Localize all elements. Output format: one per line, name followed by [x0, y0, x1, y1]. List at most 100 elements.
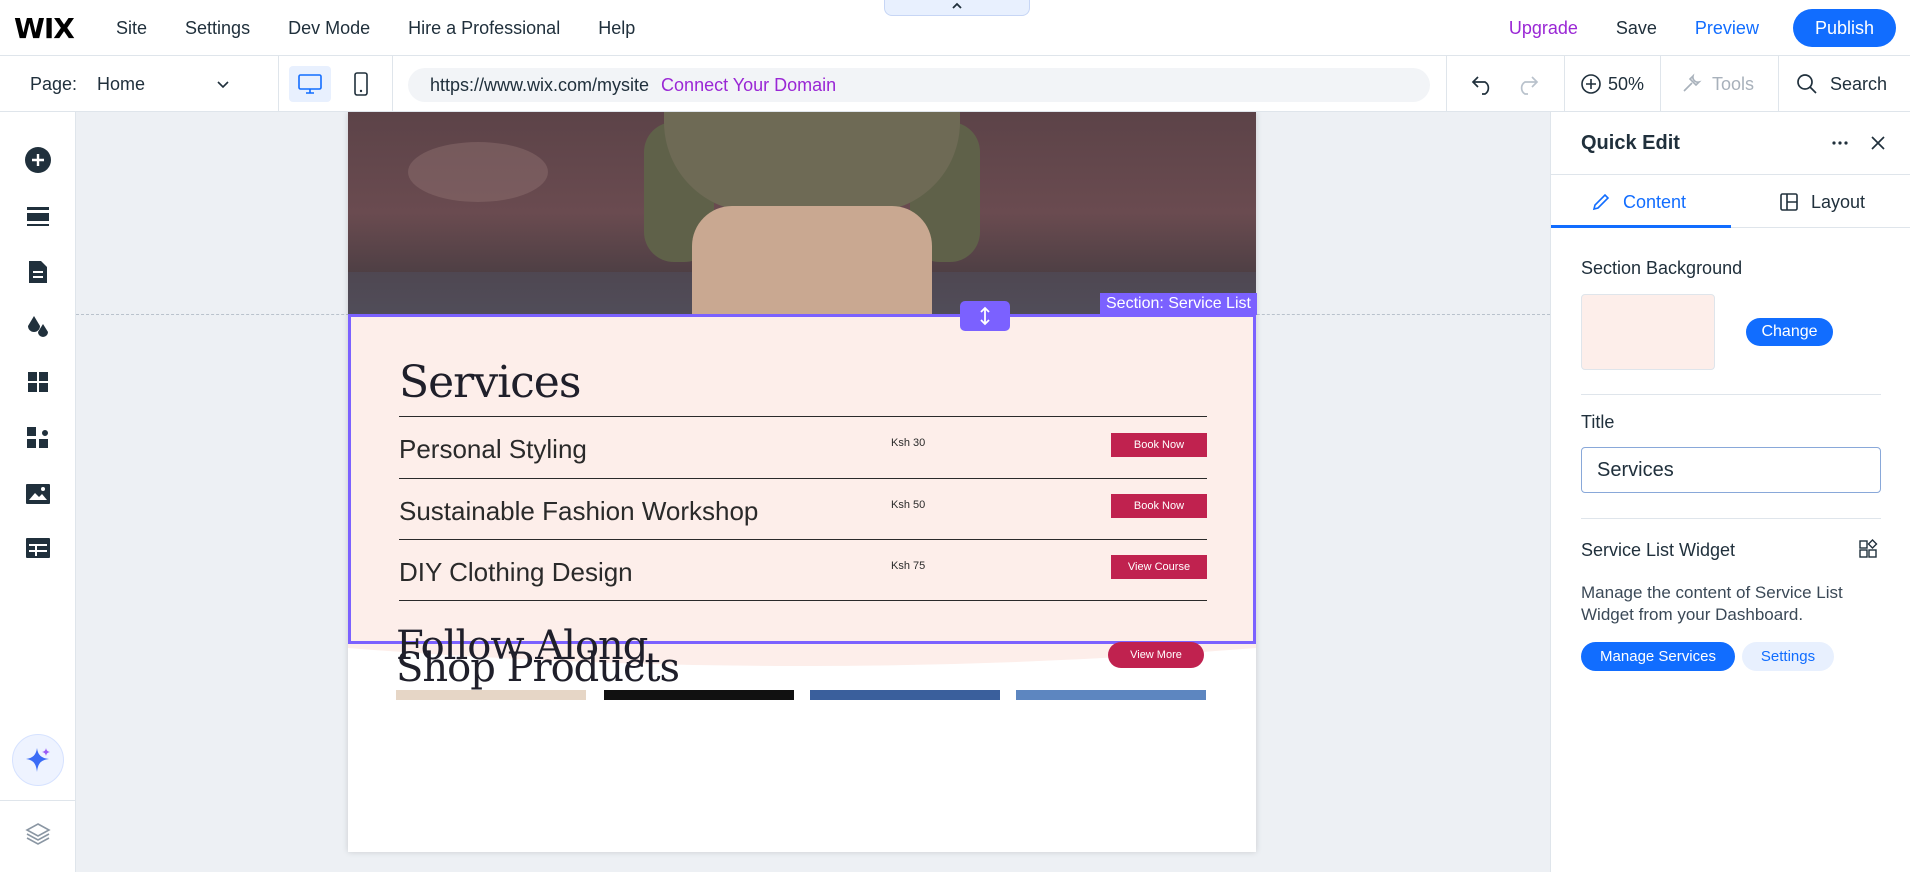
menu-hire-professional[interactable]: Hire a Professional — [408, 18, 560, 39]
tools-button[interactable]: Tools — [1680, 56, 1754, 112]
view-course-button[interactable]: View Course — [1111, 555, 1207, 579]
more-options-button[interactable] — [1829, 132, 1851, 154]
mobile-view-button[interactable] — [340, 66, 382, 102]
widget-icon — [1859, 539, 1878, 558]
page-label: Page: — [30, 73, 78, 94]
redo-button[interactable] — [1514, 72, 1540, 96]
search-icon — [1797, 74, 1817, 94]
tab-layout[interactable]: Layout — [1779, 175, 1865, 229]
desktop-view-button[interactable] — [289, 66, 331, 102]
service-name: DIY Clothing Design — [399, 557, 633, 587]
upgrade-link[interactable]: Upgrade — [1509, 18, 1578, 39]
menu-dev-mode[interactable]: Dev Mode — [288, 18, 370, 39]
tab-layout-label: Layout — [1811, 191, 1866, 212]
divider — [399, 539, 1207, 540]
top-bar: WIX Site Settings Dev Mode Hire a Profes… — [0, 0, 1910, 56]
divider — [1581, 394, 1881, 395]
collapse-toolbar-tab[interactable] — [884, 0, 1030, 16]
widget-label: Service List Widget — [1581, 540, 1736, 560]
service-price: Ksh 50 — [891, 499, 926, 511]
publish-button[interactable]: Publish — [1792, 9, 1896, 47]
left-sidebar — [0, 112, 76, 872]
desktop-icon — [298, 74, 322, 94]
layers-button[interactable] — [22, 818, 54, 850]
menu-settings[interactable]: Settings — [185, 18, 250, 39]
hero-image[interactable] — [348, 112, 1256, 314]
shop-products-title[interactable]: Shop Products — [396, 648, 680, 688]
cms-button[interactable] — [22, 532, 54, 564]
close-panel-button[interactable] — [1869, 134, 1887, 152]
add-elements-button[interactable] — [22, 144, 54, 176]
top-menu: Site Settings Dev Mode Hire a Profession… — [116, 0, 635, 56]
apps-grid-icon — [28, 372, 48, 392]
resize-vertical-icon — [980, 306, 990, 326]
title-input[interactable] — [1581, 447, 1881, 493]
zoom-in-icon — [1581, 74, 1601, 94]
pages-menu-button[interactable] — [22, 256, 54, 288]
zoom-control[interactable]: 50% — [1580, 56, 1644, 112]
business-tools-button[interactable] — [22, 422, 54, 454]
book-now-button[interactable]: Book Now — [1111, 433, 1207, 457]
section-resize-handle[interactable] — [960, 301, 1010, 331]
section-background-label: Section Background — [1581, 258, 1743, 278]
manage-services-button[interactable]: Manage Services — [1581, 642, 1735, 671]
change-background-button[interactable]: Change — [1746, 318, 1833, 346]
panel-title: Quick Edit — [1581, 132, 1680, 154]
chevron-up-icon — [952, 2, 962, 9]
connect-domain-link[interactable]: Connect Your Domain — [661, 75, 836, 96]
divider — [1564, 56, 1565, 112]
menu-help[interactable]: Help — [598, 18, 635, 39]
site-page: Services Personal Styling Ksh 30 Book No… — [348, 112, 1256, 852]
site-design-button[interactable] — [22, 310, 54, 342]
tab-content[interactable]: Content — [1591, 175, 1686, 229]
undo-icon — [1471, 76, 1490, 95]
chevron-down-icon — [217, 81, 229, 89]
search-label: Search — [1830, 73, 1888, 94]
book-now-button[interactable]: Book Now — [1111, 494, 1207, 518]
media-button[interactable] — [22, 478, 54, 510]
widget-description: Manage the content of Service List Widge… — [1581, 583, 1843, 624]
service-name: Personal Styling — [399, 434, 587, 464]
divider — [392, 56, 393, 112]
product-thumbnail[interactable] — [1016, 690, 1206, 700]
panel-tabs: Content Layout — [1551, 174, 1910, 228]
widget-settings-button[interactable] — [1858, 539, 1878, 559]
menu-site[interactable]: Site — [116, 18, 147, 39]
search-button[interactable]: Search — [1796, 56, 1887, 112]
view-more-button[interactable]: View More — [1108, 642, 1204, 668]
section-label-tag[interactable]: Section: Service List — [1100, 293, 1257, 315]
image-icon — [26, 484, 50, 504]
divider — [399, 600, 1207, 601]
top-actions: Upgrade Save Preview Publish — [1509, 0, 1896, 56]
services-title[interactable]: Services — [399, 357, 581, 408]
sparkle-icon — [26, 748, 50, 772]
undo-button[interactable] — [1470, 72, 1496, 96]
settings-button[interactable]: Settings — [1742, 642, 1834, 671]
more-horizontal-icon — [1832, 141, 1848, 145]
editor-canvas[interactable]: Services Personal Styling Ksh 30 Book No… — [76, 112, 1550, 872]
save-button[interactable]: Save — [1616, 18, 1657, 39]
product-thumbnail[interactable] — [396, 690, 586, 700]
table-icon — [26, 538, 50, 558]
divider — [0, 800, 76, 801]
hero-wall-detail — [408, 142, 548, 202]
background-color-swatch[interactable] — [1581, 294, 1715, 370]
hero-figure-jacket — [664, 112, 960, 212]
pencil-icon — [1592, 193, 1610, 211]
zoom-level: 50% — [1608, 73, 1645, 94]
product-thumbnail[interactable] — [604, 690, 794, 700]
page-selector[interactable]: Page: Home — [30, 56, 231, 112]
hero-figure-pants — [692, 206, 932, 314]
divider — [278, 56, 279, 112]
add-section-button[interactable] — [22, 200, 54, 232]
mobile-icon — [354, 72, 368, 96]
service-name: Sustainable Fashion Workshop — [399, 496, 759, 526]
ai-assistant-button[interactable] — [12, 734, 64, 786]
page-name: Home — [97, 73, 146, 94]
product-thumbnail[interactable] — [810, 690, 1000, 700]
divider — [1660, 56, 1661, 112]
service-list-section[interactable]: Services Personal Styling Ksh 30 Book No… — [348, 314, 1256, 644]
preview-button[interactable]: Preview — [1695, 18, 1759, 39]
add-apps-button[interactable] — [22, 366, 54, 398]
wix-logo[interactable]: WIX — [14, 12, 75, 45]
